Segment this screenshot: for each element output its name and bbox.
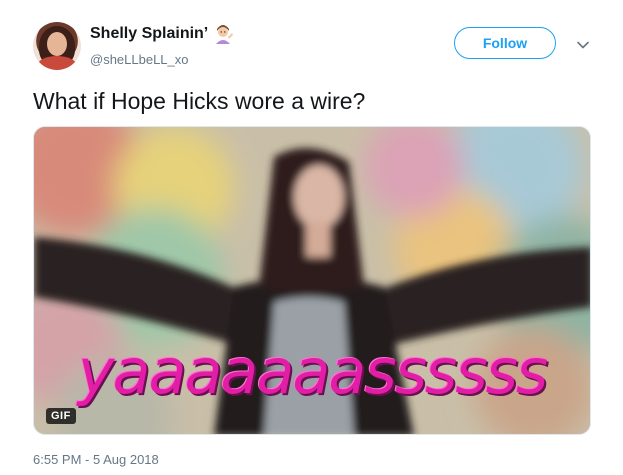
user-handle[interactable]: @sheLLbeLL_xo xyxy=(90,52,189,67)
gif-badge: GIF xyxy=(46,408,76,424)
author-row: Shelly Splainin’ xyxy=(90,24,234,44)
tweet-text: What if Hope Hicks wore a wire? xyxy=(33,88,366,114)
tweet-card: Shelly Splainin’ @sheLLbeLL_xo Follow Wh… xyxy=(0,0,623,475)
woman-tipping-hand-icon xyxy=(214,24,234,44)
gif-caption: yaaaaaaassssss xyxy=(77,335,548,408)
display-name[interactable]: Shelly Splainin’ xyxy=(90,25,208,43)
chevron-down-icon[interactable] xyxy=(576,38,590,52)
gif-media[interactable]: yaaaaaaassssss GIF xyxy=(33,126,591,435)
avatar[interactable] xyxy=(33,22,81,70)
tweet-timestamp[interactable]: 6:55 PM - 5 Aug 2018 xyxy=(33,452,159,467)
follow-button[interactable]: Follow xyxy=(454,27,556,59)
